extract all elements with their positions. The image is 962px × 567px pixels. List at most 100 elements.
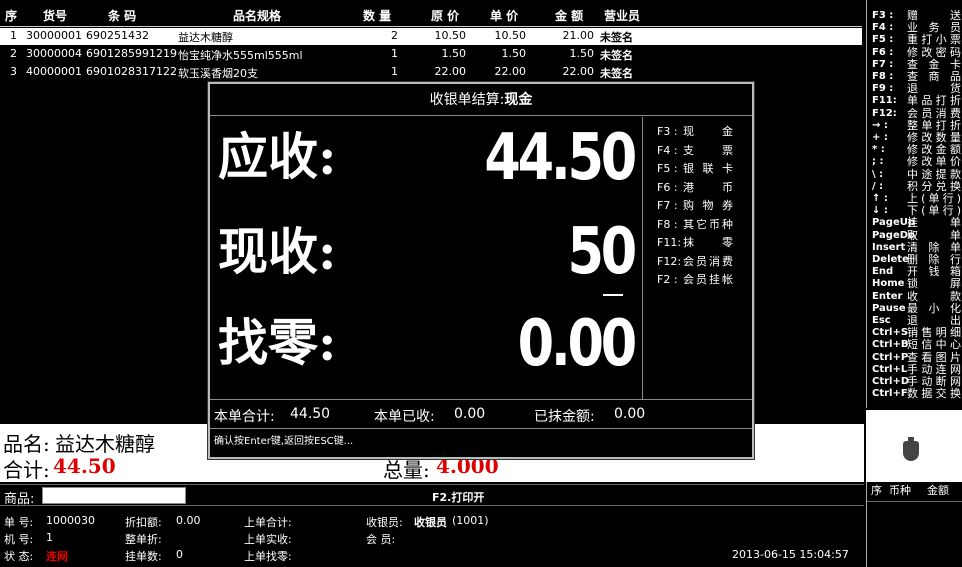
cell-item-no: 30000004 bbox=[26, 47, 82, 60]
dialog-hint: 确认按Enter键,返回按ESC键... bbox=[214, 436, 354, 447]
sum-erased-value: 0.00 bbox=[614, 406, 646, 422]
member-label: 会 员: bbox=[366, 533, 396, 546]
print-toggle[interactable]: F2.打印开 bbox=[432, 489, 484, 505]
cell-barcode: 6901285991219 bbox=[86, 47, 177, 60]
payment-key: F11: bbox=[657, 236, 682, 249]
order-value: 1000030 bbox=[46, 514, 95, 527]
col-barcode: 条 码 bbox=[108, 9, 137, 23]
total-label: 合计: bbox=[3, 458, 50, 482]
shortcut-desc: 数据交换 bbox=[907, 387, 961, 401]
status-value: 连网 bbox=[46, 550, 68, 563]
shortcut-key: ↓ : bbox=[872, 205, 888, 217]
payment-key: F3 : bbox=[657, 125, 678, 138]
payment-method-item[interactable]: F11: 抹零 bbox=[657, 236, 733, 250]
payment-key: F2 : bbox=[657, 273, 678, 286]
last-total-label: 上单合计: bbox=[244, 516, 292, 529]
shortcut-key: F12: bbox=[872, 107, 897, 119]
payment-method-item[interactable]: F8 : 其它币种 bbox=[657, 218, 733, 232]
shortcut-desc: 修改单价 bbox=[907, 155, 961, 169]
col-qty: 数 量 bbox=[363, 9, 392, 23]
shortcut-desc: 赠送 bbox=[907, 9, 961, 22]
shortcut-key: F8 : bbox=[872, 71, 894, 82]
shortcut-desc: 取单 bbox=[907, 228, 961, 242]
dialog-summary: 本单合计: 44.50 本单已收: 0.00 已抹金额: 0.00 bbox=[210, 399, 752, 429]
shortcut-key: \ : bbox=[872, 168, 884, 180]
payment-method-item[interactable]: F5 : 银联卡 bbox=[657, 162, 733, 176]
status-label: 状 态: bbox=[4, 550, 34, 563]
payment-method-item[interactable]: F3 : 现金 bbox=[657, 125, 733, 139]
paid-value[interactable]: 50 bbox=[421, 217, 638, 287]
payment-method-label: 银联卡 bbox=[683, 162, 733, 175]
due-value: 44.50 bbox=[484, 121, 637, 195]
cashier-label: 收银员: bbox=[366, 516, 403, 529]
shortcut-key: F6 : bbox=[872, 46, 894, 58]
pos-window: 序 货号 条 码 品名规格 数 量 原 价 单 价 金 额 营业员 1 30000… bbox=[0, 0, 962, 567]
payment-method-item[interactable]: F2 : 会员挂帐 bbox=[657, 273, 733, 287]
payment-method-item[interactable]: F7 : 购物券 bbox=[657, 199, 733, 213]
col-clerk: 营业员 bbox=[604, 9, 641, 23]
shortcut-desc: 单品打折 bbox=[907, 94, 961, 108]
cell-seq: 1 bbox=[10, 29, 17, 42]
shortcut-key: Ctrl+P bbox=[872, 351, 909, 363]
shortcut-key: + : bbox=[872, 132, 888, 143]
payment-method-item[interactable]: F12: 会员消费 bbox=[657, 255, 733, 269]
payment-key: F12: bbox=[657, 254, 682, 268]
shortcut-key: Ctrl+S bbox=[872, 327, 909, 339]
cell-qty: 1 bbox=[391, 65, 398, 78]
table-row[interactable]: 1 30000001 690251432 益达木糖醇 2 10.50 10.50 21.00 未… bbox=[0, 28, 862, 45]
shortcut-key: End bbox=[872, 266, 894, 278]
shortcut-key: Enter bbox=[872, 290, 903, 302]
shortcut-key: Delete bbox=[872, 254, 909, 265]
cell-clerk: 未签名 bbox=[600, 49, 633, 62]
payment-key: F7 : bbox=[657, 199, 678, 212]
shortcut-desc: 查金卡 bbox=[907, 57, 961, 71]
shortcut-desc: 手动连网 bbox=[907, 362, 961, 376]
cell-amount: 21.00 bbox=[562, 29, 595, 42]
payment-method-item[interactable]: F4 : 支票 bbox=[657, 144, 733, 158]
payment-method-keys: F3 : 现金 F4 : 支票 F5 : 银联卡 F6 : 港币 F7 : 购物券 F8 : 其它币种… bbox=[642, 117, 752, 399]
hold-value: 0 bbox=[176, 548, 183, 561]
shortcut-key: ; : bbox=[872, 156, 884, 168]
col-unit-price: 单 价 bbox=[490, 9, 519, 23]
change-value: 0.00 bbox=[517, 307, 638, 381]
payment-method-item[interactable]: F6 : 港币 bbox=[657, 181, 733, 195]
dialog-title-prefix: 收银单结算: bbox=[429, 92, 505, 108]
shortcut-key: F9 : bbox=[872, 83, 894, 95]
cell-orig-price: 10.50 bbox=[434, 29, 467, 42]
shortcut-desc: 整单打折 bbox=[907, 118, 961, 132]
shortcut-key: Insert bbox=[872, 241, 906, 253]
table-header: 序 货号 条 码 品名规格 数 量 原 价 单 价 金 额 营业员 bbox=[0, 5, 862, 27]
payment-method-label: 购物券 bbox=[683, 199, 733, 212]
shortcut-desc: 积分兑换 bbox=[907, 179, 961, 193]
total-value: 44.50 bbox=[53, 454, 116, 478]
payment-method-label: 港币 bbox=[683, 180, 733, 194]
shortcut-key: / : bbox=[872, 180, 884, 192]
cell-amount: 1.50 bbox=[569, 47, 595, 60]
shortcut-desc: 修改密码 bbox=[907, 45, 961, 59]
cell-item-no: 40000001 bbox=[26, 65, 82, 78]
payment-method-label: 其它币种 bbox=[683, 217, 733, 231]
cell-orig-price: 1.50 bbox=[441, 47, 467, 60]
discount-value: 0.00 bbox=[176, 514, 201, 527]
cell-unit-price: 10.50 bbox=[494, 29, 527, 42]
shortcut-help-panel: F3 : 赠送 F4 : 业务员 F5 : 重打小票 F6 : 修改密码 F7 : 查金卡 F8 :… bbox=[866, 0, 962, 408]
shortcut-desc: 中途提款 bbox=[907, 167, 961, 181]
cell-item-no: 30000001 bbox=[26, 29, 82, 42]
due-label: 应收: bbox=[218, 127, 337, 186]
shortcut-key: Ctrl+L bbox=[872, 363, 908, 375]
shortcut-key: F5 : bbox=[872, 34, 894, 46]
shortcut-desc: 会员消费 bbox=[907, 106, 961, 120]
cell-barcode: 6901028317122 bbox=[86, 65, 177, 78]
table-row[interactable]: 2 30000004 6901285991219 怡宝纯净水555ml555ml 1 1.… bbox=[0, 46, 862, 63]
last-paid-label: 上单实收: bbox=[244, 533, 292, 546]
table-row[interactable]: 3 40000001 6901028317122 软玉溪香烟20支 1 22.00 22.0… bbox=[0, 64, 862, 81]
cell-seq: 2 bbox=[10, 47, 17, 60]
cell-name: 益达木糖醇 bbox=[178, 31, 233, 44]
shortcut-desc: 上(单行) bbox=[907, 192, 961, 205]
shortcut-key: Esc bbox=[872, 315, 891, 326]
payment-method-label: 支票 bbox=[683, 143, 733, 157]
shortcut-key: Ctrl+F bbox=[872, 388, 908, 400]
change-label: 找零: bbox=[218, 313, 337, 372]
product-input[interactable] bbox=[42, 487, 186, 504]
datetime: 2013-06-15 15:04:57 bbox=[732, 548, 849, 561]
